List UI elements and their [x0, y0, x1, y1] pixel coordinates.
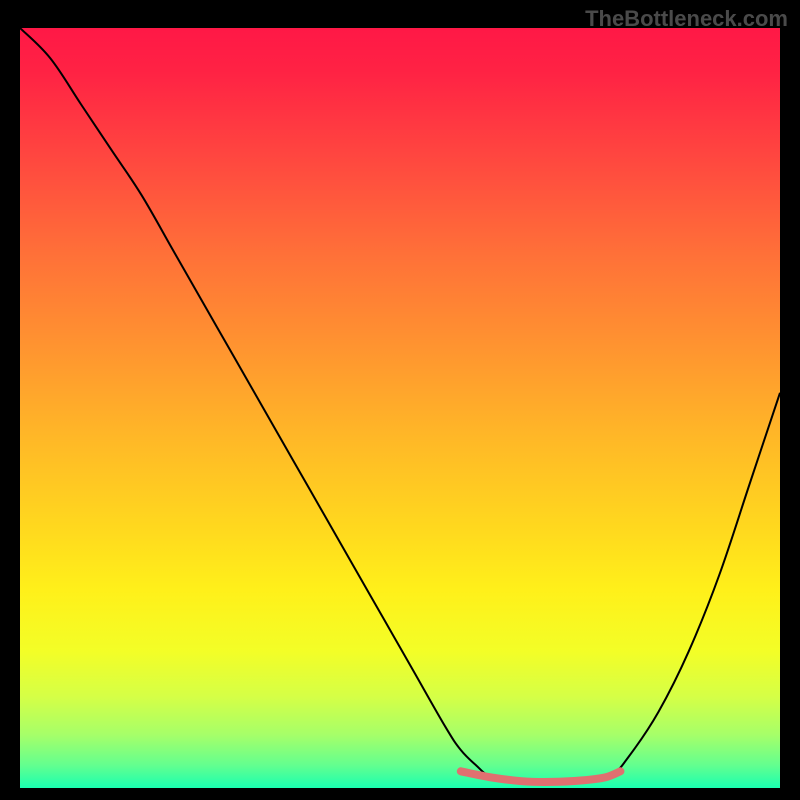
plot-area — [20, 28, 780, 788]
chart-container: TheBottleneck.com — [0, 0, 800, 800]
gradient-background — [20, 28, 780, 788]
chart-svg — [20, 28, 780, 788]
watermark-text: TheBottleneck.com — [585, 6, 788, 32]
